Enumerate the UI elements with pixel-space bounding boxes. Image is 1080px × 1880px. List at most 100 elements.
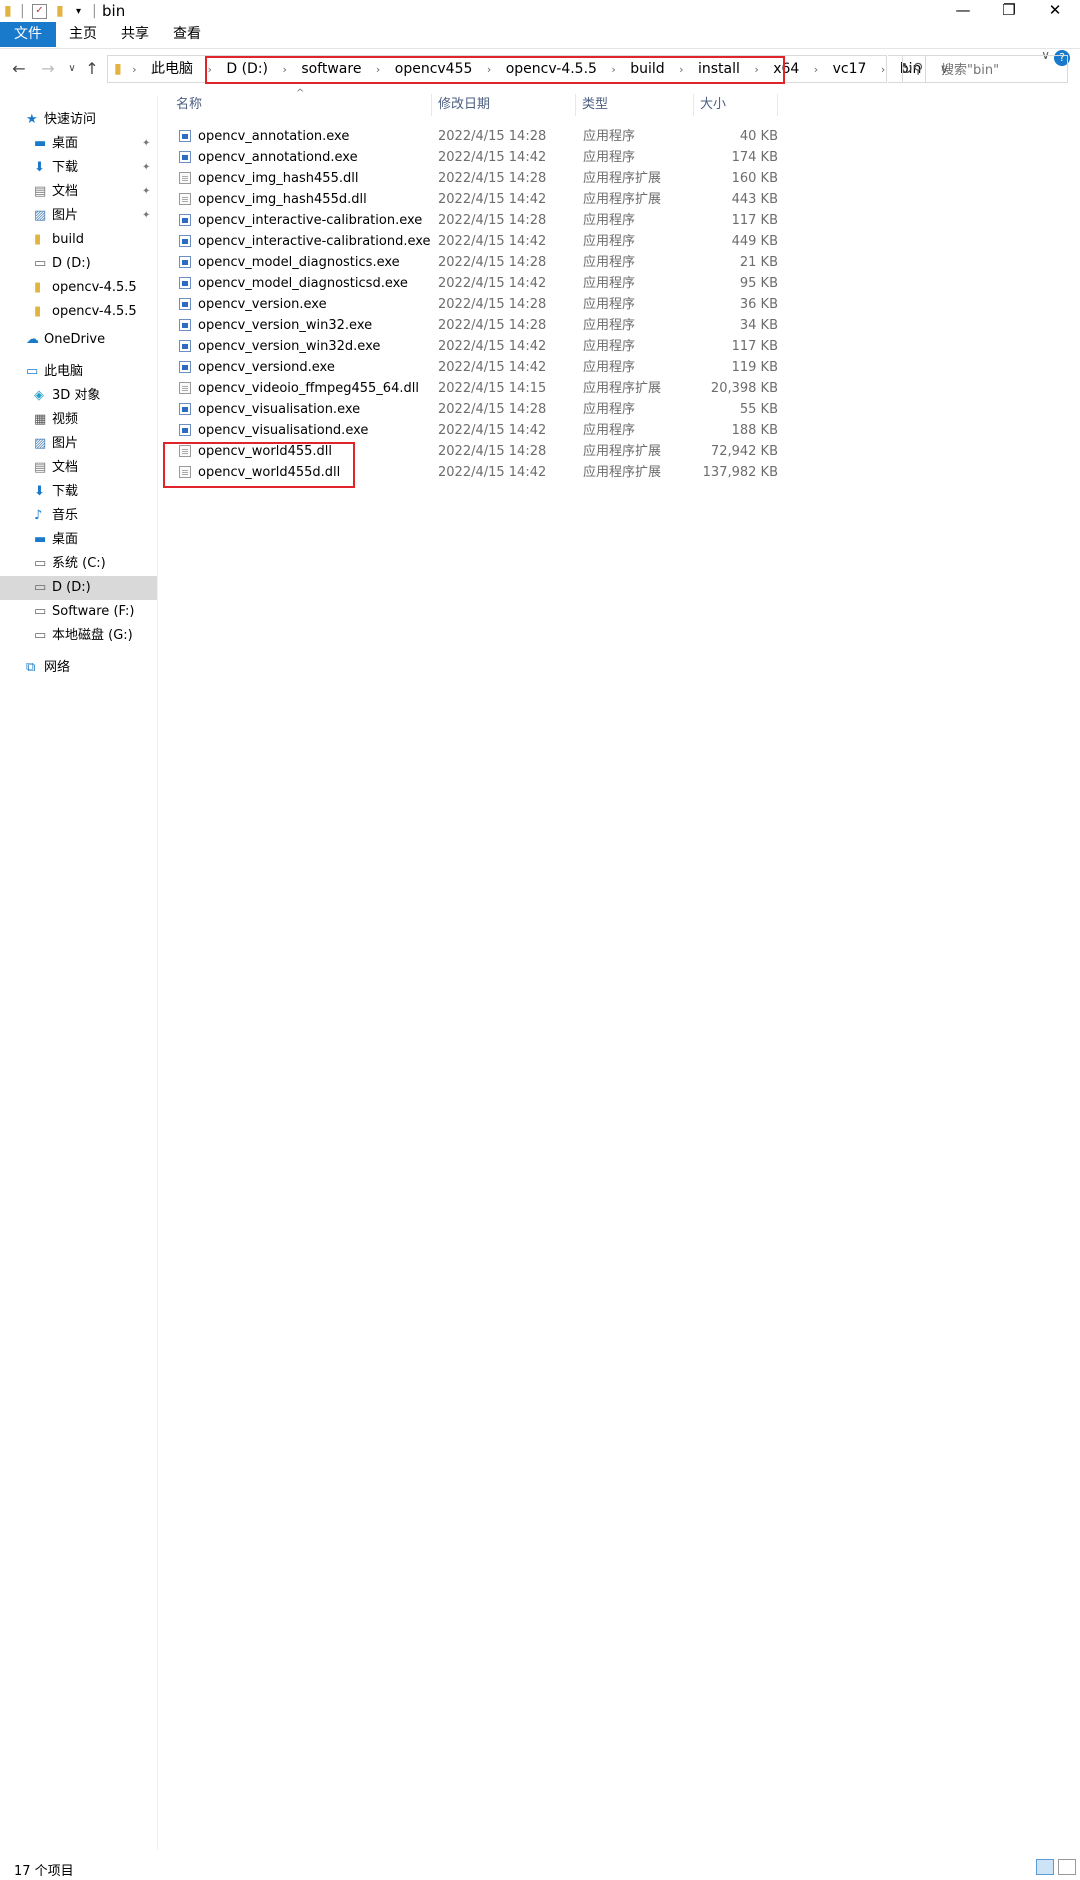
chevron-right-icon[interactable]: › [810, 57, 822, 83]
file-row[interactable]: opencv_model_diagnostics.exe 2022/4/15 14… [170, 252, 780, 273]
file-row[interactable]: opencv_version_win32.exe 2022/4/15 14:28 应… [170, 315, 780, 336]
tab-file[interactable]: 文件 [0, 22, 56, 47]
chevron-right-icon[interactable]: › [372, 57, 384, 83]
sidebar-item[interactable]: ▤ 文档 ✦ [0, 180, 157, 204]
tab-view[interactable]: 查看 [164, 22, 210, 47]
file-date: 2022/4/15 14:42 [438, 192, 547, 207]
file-row[interactable]: opencv_videoio_ffmpeg455_64.dll 2022/4/15… [170, 378, 780, 399]
sidebar-item[interactable]: ▮ opencv-4.5.5 [0, 276, 157, 300]
file-row[interactable]: opencv_version.exe 2022/4/15 14:28 应用程序 36 … [170, 294, 780, 315]
file-row[interactable]: opencv_visualisationd.exe 2022/4/15 14:42… [170, 420, 780, 441]
sidebar-item[interactable]: ▭ Software (F:) [0, 600, 157, 624]
up-arrow-icon[interactable]: ↑ [82, 59, 102, 79]
file-row[interactable]: opencv_model_diagnosticsd.exe 2022/4/15 1… [170, 273, 780, 294]
breadcrumb-this-pc[interactable]: 此电脑 [145, 56, 199, 82]
file-row[interactable]: opencv_interactive-calibrationd.exe 2022/… [170, 231, 780, 252]
new-folder-icon[interactable]: ▮ [56, 3, 64, 19]
sidebar-item-this-pc[interactable]: ▭ 此电脑 [0, 360, 157, 384]
navigation-pane: ★ 快速访问 ▬ 桌面 ✦ ⬇ 下载 ✦ ▤ 文档 ✦ ▨ 图片 ✦ ▮ build ▭ D (D:) ▮ openc… [0, 96, 158, 1850]
sidebar-item[interactable]: ▬ 桌面 ✦ [0, 132, 157, 156]
file-row[interactable]: opencv_version_win32d.exe 2022/4/15 14:42… [170, 336, 780, 357]
sidebar-item[interactable]: ◈ 3D 对象 [0, 384, 157, 408]
file-date: 2022/4/15 14:28 [438, 171, 547, 186]
download-icon: ⬇ [34, 160, 45, 175]
breadcrumb-item[interactable]: opencv455 [389, 56, 479, 82]
download-icon: ⬇ [34, 484, 45, 499]
details-view-icon[interactable] [1036, 1859, 1054, 1875]
chevron-right-icon[interactable]: › [483, 57, 495, 83]
file-row[interactable]: opencv_interactive-calibration.exe 2022/4… [170, 210, 780, 231]
file-type: 应用程序扩展 [583, 465, 662, 480]
sidebar-item-quick-access[interactable]: ★ 快速访问 [0, 108, 157, 132]
video-icon: ▦ [34, 412, 47, 427]
close-button[interactable]: ✕ [1032, 0, 1078, 22]
breadcrumb-item[interactable]: build [624, 56, 670, 82]
file-row[interactable]: opencv_img_hash455.dll 2022/4/15 14:28 应用程… [170, 168, 780, 189]
sidebar-item[interactable]: ▨ 图片 ✦ [0, 204, 157, 228]
address-bar[interactable]: ▮ › 此电脑 › D (D:) › software › opencv455 … [107, 55, 949, 83]
computer-icon: ▭ [26, 364, 39, 379]
sidebar-item[interactable]: ▨ 图片 [0, 432, 157, 456]
back-arrow-icon[interactable]: ← [9, 59, 29, 79]
file-row[interactable]: opencv_world455d.dll 2022/4/15 14:42 应用程序扩… [170, 462, 780, 483]
column-header-type[interactable]: 类型 [576, 94, 694, 116]
chevron-right-icon[interactable]: › [128, 57, 140, 83]
minimize-button[interactable]: — [940, 0, 986, 22]
sidebar-item[interactable]: ▭ D (D:) [0, 576, 157, 600]
file-date: 2022/4/15 14:28 [438, 255, 547, 270]
sidebar-item[interactable]: ▦ 视频 [0, 408, 157, 432]
chevron-right-icon[interactable]: › [203, 57, 215, 83]
customize-quick-access-icon[interactable]: ▾ [76, 6, 81, 17]
sidebar-item[interactable]: ⬇ 下载 ✦ [0, 156, 157, 180]
file-size: 443 KB [731, 192, 778, 207]
file-row[interactable]: opencv_img_hash455d.dll 2022/4/15 14:42 应用… [170, 189, 780, 210]
sidebar-item[interactable]: ▭ 系统 (C:) [0, 552, 157, 576]
file-row[interactable]: opencv_world455.dll 2022/4/15 14:28 应用程序扩展… [170, 441, 780, 462]
column-header-date[interactable]: 修改日期 [432, 94, 576, 116]
sidebar-item[interactable]: ⬇ 下载 [0, 480, 157, 504]
properties-icon[interactable]: ✓ [32, 4, 47, 19]
folder-icon: ▮ [4, 3, 12, 19]
breadcrumb-item[interactable]: D (D:) [220, 56, 274, 82]
status-bar: 17 个项目 [0, 1856, 1080, 1880]
sidebar-item[interactable]: ▮ build [0, 228, 157, 252]
chevron-right-icon[interactable]: › [607, 57, 619, 83]
breadcrumb-item[interactable]: install [692, 56, 746, 82]
forward-arrow-icon[interactable]: → [38, 59, 58, 79]
application-icon [179, 361, 191, 373]
column-header-size[interactable]: 大小 [694, 94, 778, 116]
sidebar-item-label: 下载 [52, 160, 79, 175]
breadcrumb-item[interactable]: x64 [767, 56, 805, 82]
chevron-right-icon[interactable]: › [675, 57, 687, 83]
chevron-right-icon[interactable]: › [278, 57, 290, 83]
sidebar-item[interactable]: ▤ 文档 [0, 456, 157, 480]
sidebar-item[interactable]: ▭ 本地磁盘 (G:) [0, 624, 157, 648]
file-row[interactable]: opencv_visualisation.exe 2022/4/15 14:28 应… [170, 399, 780, 420]
search-input[interactable] [939, 58, 1067, 82]
sidebar-item[interactable]: ♪ 音乐 [0, 504, 157, 528]
maximize-button[interactable]: ❐ [986, 0, 1032, 22]
pin-icon: ✦ [142, 138, 151, 149]
large-icons-view-icon[interactable] [1058, 1859, 1076, 1875]
sidebar-item-onedrive[interactable]: ☁ OneDrive [0, 328, 157, 352]
file-row[interactable]: opencv_annotationd.exe 2022/4/15 14:42 应用程… [170, 147, 780, 168]
sidebar-item-label: 桌面 [52, 136, 79, 151]
breadcrumb-item[interactable]: vc17 [827, 56, 873, 82]
recent-locations-icon[interactable]: ∨ [62, 59, 82, 79]
breadcrumb-item[interactable]: opencv-4.5.5 [500, 56, 603, 82]
application-icon [179, 319, 191, 331]
sidebar-item[interactable]: ▬ 桌面 [0, 528, 157, 552]
chevron-right-icon[interactable]: › [750, 57, 762, 83]
file-row[interactable]: opencv_annotation.exe 2022/4/15 14:28 应用程序… [170, 126, 780, 147]
dll-file-icon [179, 466, 191, 478]
sidebar-item[interactable]: ▮ opencv-4.5.5 [0, 300, 157, 324]
sidebar-item-network[interactable]: ⧉ 网络 [0, 656, 157, 680]
tab-home[interactable]: 主页 [60, 22, 106, 47]
file-row[interactable]: opencv_versiond.exe 2022/4/15 14:42 应用程序 11… [170, 357, 780, 378]
sidebar-item[interactable]: ▭ D (D:) [0, 252, 157, 276]
navigation-bar: ← → ∨ ↑ ▮ › 此电脑 › D (D:) › software › op… [0, 52, 1080, 88]
tab-share[interactable]: 共享 [112, 22, 158, 47]
file-type: 应用程序扩展 [583, 381, 662, 396]
search-box[interactable]: ⚲ [902, 55, 1068, 83]
breadcrumb-item[interactable]: software [295, 56, 367, 82]
